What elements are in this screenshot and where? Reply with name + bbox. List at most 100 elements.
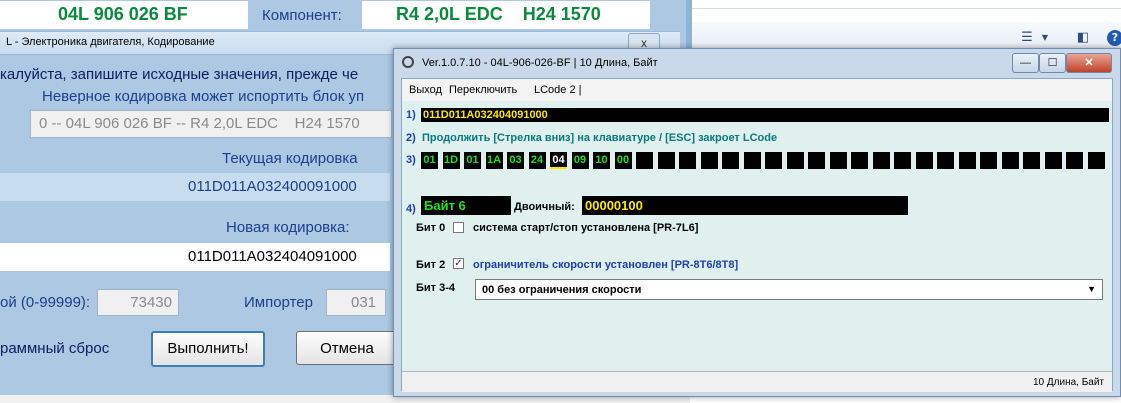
ecu-select-value: 0 -- 04L 906 026 BF -- R4 2,0L EDC H24 1… [39,115,360,132]
part-number-field: 04L 906 026 BF [0,1,248,29]
bit2-text: ограничитель скорости установлен [PR-8T6… [473,259,739,271]
byte-cell[interactable] [1001,152,1019,169]
byte-cell[interactable] [872,152,890,169]
binary-box: 00000100 [582,196,908,215]
row-number-2: 2) [406,132,416,144]
row-number-3: 3) [406,154,416,166]
byte-cell[interactable] [765,152,782,169]
ecu-select[interactable]: 0 -- 04L 906 026 BF -- R4 2,0L EDC H24 1… [30,110,392,138]
byte-cell[interactable]: 1D [442,152,460,169]
cancel-button-label: Отмена [320,340,374,357]
view-list-icon[interactable]: ☰ [1018,30,1036,46]
row-number-4: 4) [406,203,416,215]
byte-cell[interactable]: 00 [614,152,632,169]
maximize-icon[interactable]: ☐ [1039,53,1066,73]
bit34-select[interactable]: 00 без ограничения скорости ▼ [475,279,1103,300]
lcode-window: Ver.1.0.7.10 - 04L-906-026-BF | 10 Длина… [393,48,1121,397]
lcode-title: Ver.1.0.7.10 - 04L-906-026-BF | 10 Длина… [422,57,658,69]
component-field: R4 2,0L EDC H24 1570 [362,1,650,29]
help-icon[interactable]: ? [1107,30,1121,46]
component-value: R4 2,0L EDC H24 1570 [396,4,601,24]
chevron-down-icon: ▼ [1087,284,1096,294]
shop-code-label: ой (0-99999): [0,294,91,311]
explorer-divider [690,8,1121,9]
byte-label: Байт 6 [424,198,466,213]
lcode-titlebar[interactable]: Ver.1.0.7.10 - 04L-906-026-BF | 10 Длина… [394,49,1120,77]
byte-cell[interactable] [980,152,997,169]
byte-cell[interactable] [958,152,976,169]
coding-string: 011D011A032404091000 [423,109,548,121]
byte-cell[interactable]: 01 [421,152,438,169]
preview-pane-icon[interactable]: ◧ [1074,30,1092,46]
coding-caption: L - Электроника двигателя, Кодирование [6,36,215,48]
current-coding-value: 011D011A032400091000 [188,178,357,195]
byte-cell[interactable]: 04 [550,152,567,169]
byte-cell[interactable] [700,152,718,169]
execute-button-label: Выполнить! [167,340,249,357]
importer-value: 031 [351,294,377,311]
bit0-label: Бит 0 [416,222,446,234]
byte-cell[interactable] [829,152,847,169]
status-bar: 10 Длина, Байт [402,371,1112,392]
byte-cell[interactable] [1044,152,1062,169]
app-icon [402,56,414,68]
byte-cell[interactable] [786,152,804,169]
chevron-down-icon[interactable]: ▼ [1036,30,1054,46]
lcode-menubar: Выход Переключить LCode 2 | [402,79,1112,101]
byte-cell[interactable] [636,152,653,169]
reset-label: раммный сброс [0,340,110,357]
warning-line-1: калуйста, запишите исходные значения, пр… [0,66,359,83]
execute-button[interactable]: Выполнить! [151,331,265,367]
shop-code-input[interactable]: 73430 [97,289,179,316]
hint-text: Продолжить [Стрелка вниз] на клавиатуре … [422,132,778,144]
byte-cell[interactable]: 1A [485,152,503,169]
bit0-text: система старт/стоп установлена [PR-7L6] [473,222,699,234]
warning-line-2: Неверное кодировка может испортить блок … [42,88,365,105]
menu-switch[interactable]: Переключить [449,84,517,96]
binary-value: 00000100 [585,198,643,213]
current-coding-field: 011D011A032400091000 [0,173,390,201]
byte-cell[interactable] [1023,152,1040,169]
byte-cell[interactable]: 24 [528,152,546,169]
status-text: 10 Длина, Байт [1032,377,1104,388]
binary-label: Двоичный: [514,201,575,213]
new-coding-input[interactable]: 011D011A032404091000 [0,243,390,271]
byte-cell[interactable]: 09 [571,152,589,169]
byte-cell[interactable] [1087,152,1105,169]
byte-cell[interactable] [679,152,696,169]
current-coding-label: Текущая кодировка [222,150,358,167]
bit2-checkbox[interactable]: ✓ [453,258,464,269]
byte-cell[interactable] [937,152,954,169]
byte-cell[interactable] [657,152,675,169]
minimize-icon[interactable]: — [1012,53,1039,73]
row-number-1: 1) [406,109,416,121]
close-icon[interactable]: ✕ [1066,53,1112,73]
new-coding-label: Новая кодировка: [226,219,350,236]
bit2-label: Бит 2 [416,259,446,271]
byte-cell[interactable] [808,152,825,169]
part-number: 04L 906 026 BF [58,4,188,24]
component-label: Компонент: [262,7,342,24]
importer-label: Импортер [244,294,313,311]
byte-cell[interactable]: 03 [507,152,524,169]
byte-cell[interactable] [915,152,933,169]
menu-lcode2[interactable]: LCode 2 | [534,84,582,96]
cancel-button[interactable]: Отмена [296,331,398,365]
byte-cell[interactable] [1066,152,1083,169]
byte-cell[interactable] [743,152,761,169]
lcode-client: Выход Переключить LCode 2 | 1) 011D011A0… [401,78,1113,392]
bit0-checkbox[interactable] [453,222,464,233]
bit34-label: Бит 3-4 [416,282,456,294]
menu-exit[interactable]: Выход [409,84,442,96]
importer-input[interactable]: 031 [326,289,386,316]
bit34-value: 00 без ограничения скорости [482,284,642,296]
byte-cell[interactable] [894,152,911,169]
byte-cell[interactable]: 01 [464,152,481,169]
coding-string-bar[interactable]: 011D011A032404091000 [421,108,1109,122]
byte-cell[interactable] [722,152,739,169]
byte-cell[interactable] [851,152,868,169]
new-coding-value: 011D011A032404091000 [188,248,357,265]
byte-label-box: Байт 6 [421,196,511,215]
shop-code-value: 73430 [130,294,172,311]
byte-cell[interactable]: 10 [593,152,610,169]
